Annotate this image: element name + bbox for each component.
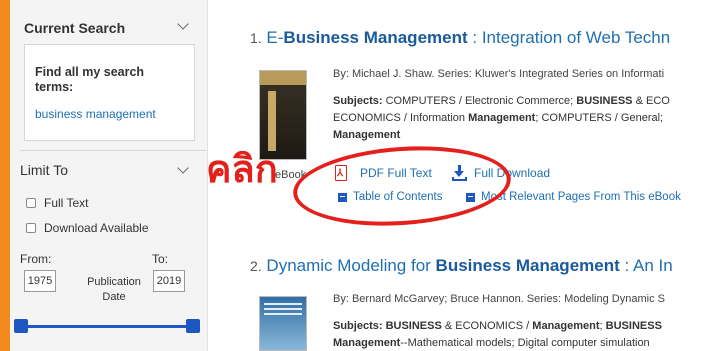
chevron-down-icon[interactable] <box>177 162 189 174</box>
most-relevant-pages-label[interactable]: Most Relevant Pages From This eBook <box>481 191 681 203</box>
download-available-checkbox[interactable] <box>26 223 36 233</box>
result-subjects: Subjects: COMPUTERS / Electronic Commerc… <box>333 95 670 141</box>
divider <box>20 150 206 151</box>
from-year-input[interactable]: 1975 <box>24 270 56 292</box>
full-text-label: Full Text <box>44 196 89 210</box>
title-text[interactable]: : An In <box>620 256 673 275</box>
subjects-label: Subjects: <box>333 320 383 332</box>
book-cover-thumbnail[interactable] <box>259 70 307 160</box>
from-label: From: <box>20 252 52 266</box>
annotation-circle <box>290 139 514 233</box>
title-highlight[interactable]: Business Management <box>283 28 467 47</box>
date-range-slider-track[interactable] <box>28 325 200 328</box>
result-title-link[interactable]: 2. Dynamic Modeling for Business Managem… <box>250 256 673 276</box>
title-text[interactable]: : Integration of Web Techn <box>468 28 670 47</box>
left-accent-strip <box>0 0 10 351</box>
chevron-down-icon[interactable] <box>177 18 189 30</box>
publication-date-label: Publication Date <box>87 276 141 303</box>
full-text-checkbox[interactable] <box>26 198 36 208</box>
result-number: 1. <box>250 30 262 46</box>
current-search-box: Find all my search terms: business manag… <box>24 44 195 141</box>
find-all-terms-label: Find all my search terms: <box>35 65 145 94</box>
result-title-link[interactable]: 1. E-Business Management : Integration o… <box>250 28 670 48</box>
slider-handle-max[interactable] <box>186 319 200 333</box>
slider-handle-min[interactable] <box>14 319 28 333</box>
full-text-checkbox-row[interactable]: Full Text <box>26 196 88 210</box>
sidebar: Current Search Find all my search terms:… <box>10 0 208 351</box>
annotation-click-text: คลิก <box>206 149 278 191</box>
title-text[interactable]: E- <box>266 28 283 47</box>
download-available-checkbox-row[interactable]: Download Available <box>26 221 149 235</box>
limit-to-heading[interactable]: Limit To <box>20 162 68 178</box>
result-subjects: Subjects: BUSINESS & ECONOMICS / Managem… <box>333 320 662 349</box>
result-number: 2. <box>250 258 262 274</box>
title-text[interactable]: Dynamic Modeling for <box>266 256 435 275</box>
book-cover-thumbnail[interactable] <box>259 296 307 351</box>
search-term-link[interactable]: business management <box>35 107 156 121</box>
current-search-heading[interactable]: Current Search <box>24 20 125 36</box>
subjects-label: Subjects: <box>333 95 383 107</box>
to-year-input[interactable]: 2019 <box>153 270 185 292</box>
download-available-label: Download Available <box>44 221 149 235</box>
to-label: To: <box>152 252 169 266</box>
result-byline: By: Michael J. Shaw. Series: Kluwer's In… <box>333 68 665 80</box>
title-highlight[interactable]: Business Management <box>436 256 620 275</box>
result-byline: By: Bernard McGarvey; Bruce Hannon. Seri… <box>333 293 665 305</box>
